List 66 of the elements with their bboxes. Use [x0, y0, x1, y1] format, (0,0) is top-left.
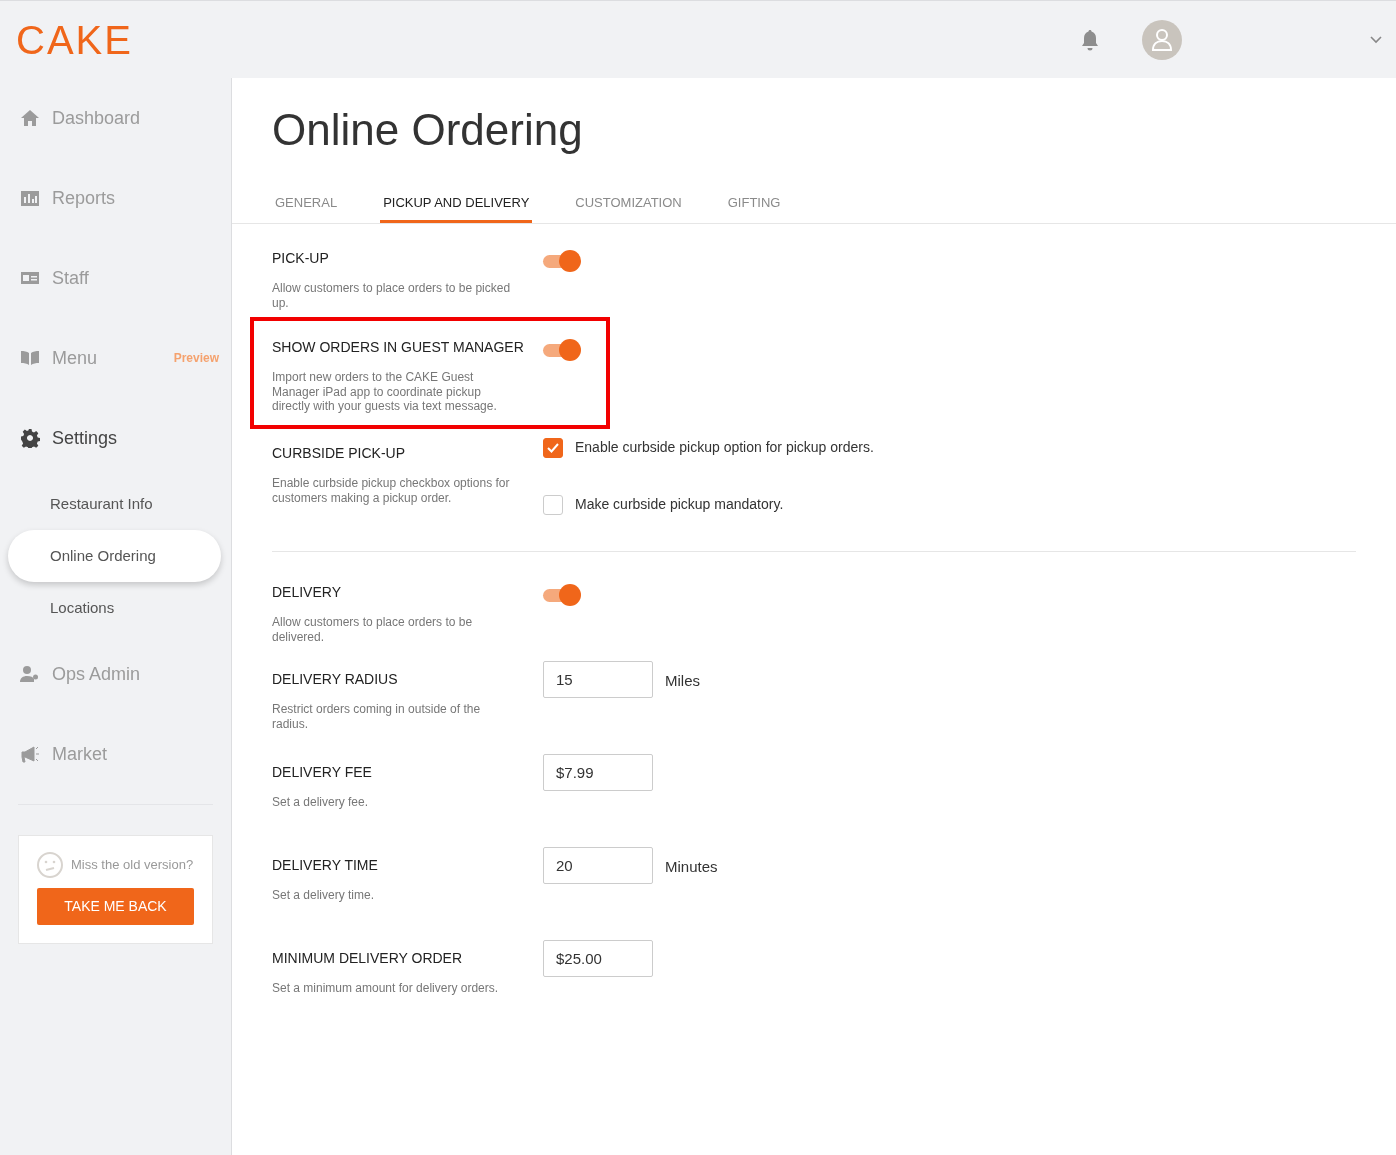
- sidebar-item[interactable]: Settings: [0, 398, 231, 478]
- settings-icon: [20, 428, 40, 448]
- setting-description: Allow customers to place orders to be picked up.: [272, 281, 512, 311]
- setting-title: DELIVERY RADIUS: [272, 670, 399, 690]
- checkmark-icon: [547, 442, 559, 453]
- checkbox[interactable]: [543, 437, 563, 458]
- sidebar-subitem[interactable]: Locations: [8, 582, 221, 634]
- unit-label: Miles: [665, 671, 700, 692]
- sidebar-subitem[interactable]: Restaurant Info: [8, 478, 221, 530]
- sidebar-label: Market: [52, 742, 107, 766]
- logo[interactable]: CAKE: [16, 19, 133, 60]
- sidebar-item[interactable]: Market: [0, 714, 231, 794]
- sidebar-subitem[interactable]: Online Ordering: [8, 530, 221, 582]
- sidebar-label: Staff: [52, 266, 89, 290]
- users-icon: [20, 664, 40, 684]
- checkbox-label: Enable curbside pickup option for pickup orders.: [575, 438, 874, 458]
- sidebar-item[interactable]: Reports: [0, 158, 231, 238]
- bar-chart-icon: [20, 188, 40, 208]
- setting-title: PICK-UP: [272, 249, 330, 269]
- sidebar-label: Menu: [52, 346, 98, 370]
- megaphone-icon: [20, 744, 40, 764]
- page-title: Online Ordering: [272, 104, 584, 156]
- tab[interactable]: GIFTING: [724, 192, 784, 224]
- sidebar-item[interactable]: Dashboard: [0, 78, 231, 158]
- sidebar-item[interactable]: Staff: [0, 238, 231, 318]
- setting-title: DELIVERY FEE: [272, 763, 373, 783]
- old-version-prompt: Miss the old version?: [71, 856, 194, 875]
- setting-description: Set a minimum amount for delivery orders.: [272, 981, 500, 996]
- home-icon: [20, 108, 40, 128]
- sidebar-item[interactable]: Ops Admin: [0, 634, 231, 714]
- tab[interactable]: GENERAL: [272, 192, 341, 224]
- checkbox-label: Make curbside pickup mandatory.: [575, 495, 784, 515]
- setting-description: Allow customers to place orders to be delivered.: [272, 615, 474, 645]
- sidebar-label: Reports: [52, 186, 116, 210]
- setting-description: Set a delivery fee.: [272, 795, 370, 810]
- book-icon: [20, 348, 40, 368]
- toggle-switch[interactable]: [543, 339, 581, 362]
- take-me-back-button[interactable]: TAKE ME BACK: [37, 888, 194, 925]
- text-field[interactable]: 15: [543, 661, 653, 699]
- setting-title: SHOW ORDERS IN GUEST MANAGER: [272, 338, 525, 358]
- setting-title: CURBSIDE PICK-UP: [272, 444, 407, 464]
- toggle-switch[interactable]: [543, 250, 581, 273]
- sidebar-label: Dashboard: [52, 106, 141, 130]
- setting-title: DELIVERY: [272, 583, 342, 603]
- setting-description: Enable curbside pickup checkbox options for customers making a pickup order.: [272, 476, 511, 506]
- tab[interactable]: PICKUP AND DELIVERY: [380, 192, 533, 224]
- setting-description: Set a delivery time.: [272, 888, 376, 903]
- checkbox[interactable]: [543, 494, 563, 515]
- text-field[interactable]: $7.99: [543, 754, 653, 792]
- setting-description: Import new orders to the CAKE Guest Manager iPad app to coordinate pickup directly with your guests via text message.: [272, 370, 498, 414]
- avatar-icon[interactable]: [1142, 19, 1182, 60]
- sidebar-label: Ops Admin: [52, 662, 141, 686]
- preview-label: Preview: [173, 350, 219, 367]
- text-field[interactable]: 20: [543, 847, 653, 885]
- confused-face-icon: [37, 852, 63, 878]
- tab[interactable]: CUSTOMIZATION: [572, 192, 685, 224]
- unit-label: Minutes: [665, 857, 718, 878]
- setting-title: MINIMUM DELIVERY ORDER: [272, 949, 464, 969]
- bell-icon[interactable]: [1080, 28, 1100, 51]
- setting-title: DELIVERY TIME: [272, 856, 379, 876]
- chevron-down-icon[interactable]: [1370, 35, 1382, 44]
- setting-description: Restrict orders coming in outside of the radius.: [272, 702, 482, 732]
- sidebar-label: Settings: [52, 426, 118, 450]
- sidebar-item[interactable]: Menu Preview: [0, 318, 231, 398]
- text-field[interactable]: $25.00: [543, 940, 653, 978]
- toggle-switch[interactable]: [543, 584, 581, 607]
